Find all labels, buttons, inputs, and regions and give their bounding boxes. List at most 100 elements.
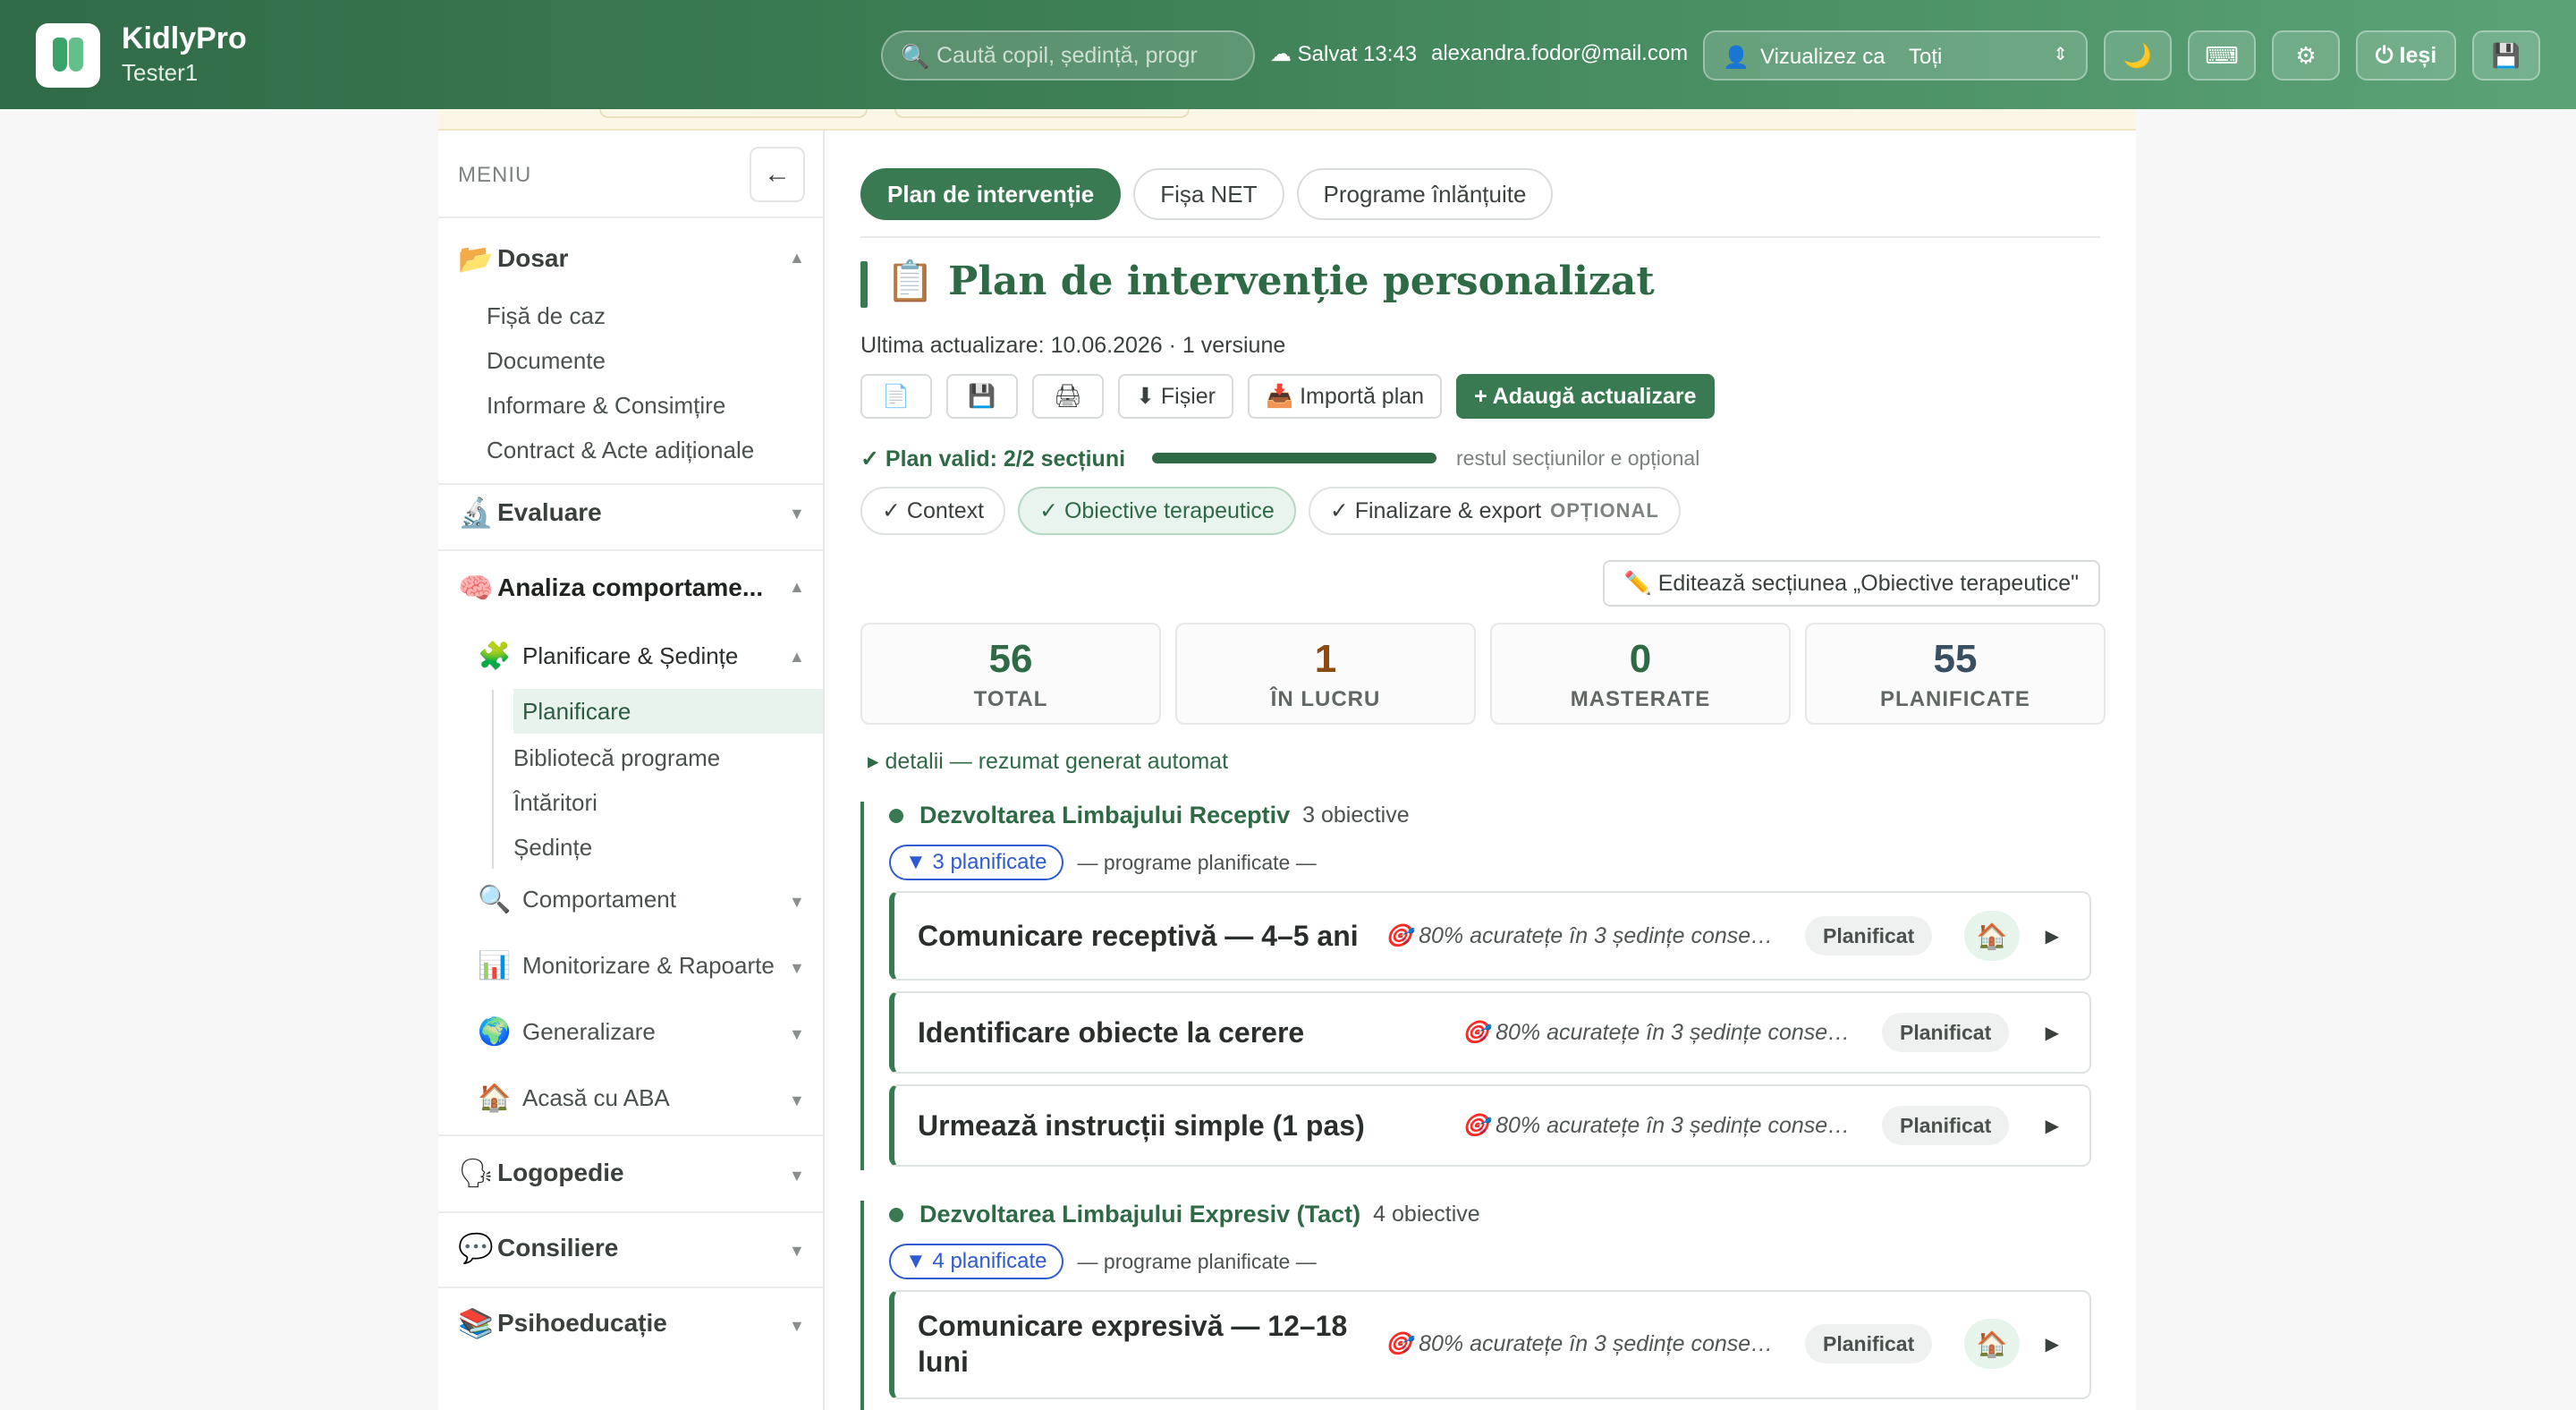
sidebar-section-consiliere[interactable]: 💬 Consiliere [458,1231,618,1265]
group-name: Dezvoltarea Limbajului Receptiv [919,802,1291,828]
house-icon: 🏠 [478,1083,512,1113]
chevron-down-icon[interactable]: ▼ [789,1091,805,1110]
objective-card[interactable]: Urmează instrucții simple (1 pas) 🎯 80% … [889,1084,2091,1167]
stat-label: TOTAL [973,687,1048,711]
objective-criterion: 🎯 80% acuratețe în 3 ședințe conse… [1385,923,1774,948]
stat-label: ÎN LUCRU [1270,687,1381,711]
chevron-down-icon[interactable]: ▼ [789,893,805,912]
dark-mode-button[interactable]: 🌙 [2104,30,2172,81]
caret-right-icon[interactable]: ▶ [2046,1022,2059,1044]
printer-icon: 🖨 [1054,383,1082,409]
sidebar-item-documente[interactable]: Documente [487,347,606,375]
view-as-value: Toți [1909,45,1943,69]
sidebar: MENIU ← 📂 Dosar ▲ Fișă de caz Documente … [438,131,825,1410]
new-document-button[interactable]: 📄 [860,374,932,419]
planned-filter-pill[interactable]: ▼ 3 planificate [889,845,1063,880]
speaking-head-icon: 🗣 [458,1157,495,1189]
settings-button[interactable]: ⚙ [2272,30,2340,81]
page-title: 📋 Plan de intervenție personalizat [886,259,1655,304]
app-logo[interactable] [36,23,100,88]
sidebar-item-fisa-de-caz[interactable]: Fișă de caz [487,302,606,330]
keyboard-icon: ⌨ [2205,41,2239,69]
chip-obiective-terapeutice[interactable]: ✓ Obiective terapeutice [1018,487,1296,535]
save-status: ☁ Salvat 13:43 [1270,42,1418,66]
sidebar-item-intaritori[interactable]: Întăritori [513,789,597,817]
search-icon: 🔍 [901,43,930,70]
validity-progress-bar [1152,453,1436,463]
search-input[interactable] [936,39,1241,72]
view-as-select[interactable]: 👤 Vizualizez ca Toți ⇕ [1703,30,2088,81]
tab-programe-inlantuite[interactable]: Programe înlănțuite [1296,168,1554,220]
chevron-up-icon[interactable]: ▲ [789,578,805,597]
save-plan-button[interactable]: 💾 [946,374,1018,419]
chevron-down-icon[interactable]: ▼ [789,1167,805,1185]
details-toggle[interactable]: ▸ detalii — rezumat generat automat [868,748,1228,775]
objective-title: Comunicare expresivă — 12–18 luni [918,1310,1348,1378]
sidebar-section-psihoeducatie[interactable]: 📚 Psihoeducație [458,1306,667,1340]
global-search[interactable]: 🔍 [881,30,1255,81]
group-dot [889,1207,903,1222]
sidebar-item-sedinte[interactable]: Ședințe [513,834,592,862]
group-count: 3 obiective [1302,803,1410,828]
edit-section-button[interactable]: ✏️ Editează secțiunea „Obiective terapeu… [1602,560,2100,607]
planned-filter-pill[interactable]: ▼ 4 planificate [889,1244,1063,1279]
caret-right-icon[interactable]: ▶ [2046,925,2059,947]
chevron-up-icon[interactable]: ▲ [789,648,805,667]
chip-finalizare-export[interactable]: ✓ Finalizare & export OPȚIONAL [1308,487,1681,535]
add-update-button[interactable]: + Adaugă actualizare [1456,374,1715,419]
objective-title: Comunicare receptivă — 4–5 ani [918,920,1359,952]
sidebar-item-informare[interactable]: Informare & Consimțire [487,392,725,420]
chevron-down-icon[interactable]: ▼ [789,505,805,523]
sidebar-item-contract[interactable]: Contract & Acte adiționale [487,437,754,464]
sidebar-subsection-acasa[interactable]: 🏠 Acasă cu ABA [478,1083,670,1114]
sidebar-item-planificare[interactable]: Planificare [513,689,823,734]
sidebar-section-evaluare[interactable]: 🔬 Evaluare [458,496,602,530]
home-program-icon[interactable]: 🏠 [1964,911,2020,961]
target-icon: 🎯 [1462,1113,1490,1138]
globe-icon: 🌍 [478,1017,512,1047]
sidebar-subsection-planificare[interactable]: 🧩 Planificare & Ședințe [478,641,738,672]
sidebar-subsection-generalizare[interactable]: 🌍 Generalizare [478,1016,656,1048]
objective-card[interactable]: Comunicare expresivă — 12–18 luni 🎯 80% … [889,1290,2091,1399]
moon-icon: 🌙 [2123,41,2153,69]
chip-context[interactable]: ✓ Context [860,487,1006,535]
optional-note: restul secțiunilor e opțional [1456,446,1700,470]
caret-right-icon[interactable]: ▶ [2046,1115,2059,1137]
tab-plan-interventie[interactable]: Plan de intervenție [860,168,1122,220]
sidebar-subsection-monitorizare[interactable]: 📊 Monitorizare & Rapoarte [478,950,775,981]
logout-button[interactable]: ⏻ Ieși [2356,30,2456,81]
keyboard-shortcuts-button[interactable]: ⌨ [2188,30,2256,81]
objective-group: Dezvoltarea Limbajului Expresiv (Tact) 4… [860,1201,2100,1410]
sidebar-section-dosar[interactable]: 📂 Dosar [458,242,568,276]
stat-planificate: 55 PLANIFICATE [1805,623,2106,725]
magnifier-icon: 🔍 [478,885,512,914]
import-plan-button[interactable]: 📥 Importă plan [1248,374,1443,419]
group-name: Dezvoltarea Limbajului Expresiv (Tact) [919,1201,1361,1227]
chevron-down-icon[interactable]: ▼ [789,959,805,978]
sidebar-subsection-comportament[interactable]: 🔍 Comportament [478,884,676,915]
caret-right-icon[interactable]: ▶ [2046,1333,2059,1355]
top-bar: KidlyPro Tester1 🔍 ☁ Salvat 13:43 alexan… [0,0,2576,109]
select-arrows-icon: ⇕ [2053,45,2068,64]
objective-card[interactable]: Comunicare receptivă — 4–5 ani 🎯 80% acu… [889,891,2091,981]
menu-header: MENIU [458,163,532,187]
tab-fisa-net[interactable]: Fișa NET [1133,168,1284,220]
stats-row: 56 TOTAL 1 ÎN LUCRU 0 MASTERATE 55 PLANI… [860,623,2106,725]
chevron-down-icon[interactable]: ▼ [789,1317,805,1336]
chevron-up-icon[interactable]: ▲ [789,249,805,268]
microscope-icon: 🔬 [458,497,494,529]
chevron-down-icon[interactable]: ▼ [789,1025,805,1044]
planned-note: — programe planificate — [1077,1249,1317,1273]
objective-card[interactable]: Identificare obiecte la cerere 🎯 80% acu… [889,991,2091,1074]
sidebar-section-logopedie[interactable]: 🗣 Logopedie [458,1156,624,1190]
home-program-icon[interactable]: 🏠 [1964,1319,2020,1369]
sidebar-item-biblioteca[interactable]: Bibliotecă programe [513,744,720,772]
stat-label: PLANIFICATE [1880,687,2030,711]
save-button[interactable]: 💾 [2472,30,2540,81]
print-button[interactable]: 🖨 [1032,374,1104,419]
sidebar-section-aba[interactable]: 🧠 Analiza comportame... [458,571,763,605]
chevron-down-icon[interactable]: ▼ [789,1242,805,1261]
objective-criterion: 🎯 80% acuratețe în 3 ședințe conse… [1462,1020,1851,1045]
download-file-button[interactable]: ⬇ Fișier [1118,374,1234,419]
collapse-sidebar-button[interactable]: ← [750,147,805,202]
